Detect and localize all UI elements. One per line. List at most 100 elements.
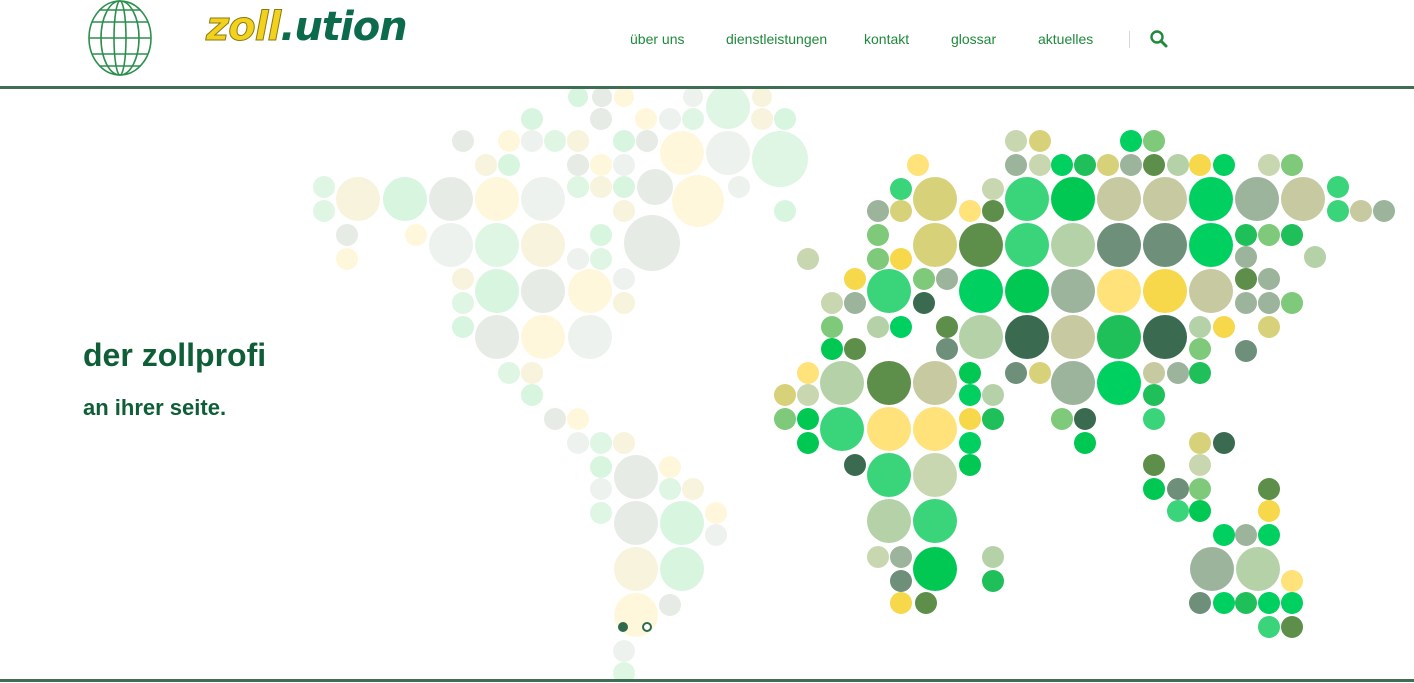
map-dot (313, 176, 335, 198)
logo-wordmark-part1: zoll (205, 4, 281, 51)
map-dot (706, 131, 750, 175)
map-dot (637, 169, 673, 205)
map-dot (959, 408, 981, 430)
map-dot (982, 200, 1004, 222)
map-dot (1190, 547, 1234, 591)
map-dot (1235, 292, 1257, 314)
map-dot (1143, 130, 1165, 152)
map-dot (1167, 362, 1189, 384)
map-dot (890, 248, 912, 270)
slider-dot-1[interactable] (618, 622, 628, 632)
nav-item-dienstleistungen[interactable]: dienstleistungen (726, 31, 827, 47)
map-dot (1189, 177, 1233, 221)
map-dot (936, 338, 958, 360)
nav-item-kontakt[interactable]: kontakt (864, 31, 909, 47)
map-dot (890, 316, 912, 338)
map-dot (590, 224, 612, 246)
map-dot (613, 154, 635, 176)
map-dot (613, 200, 635, 222)
map-dot (429, 177, 473, 221)
map-dot (660, 131, 704, 175)
map-dot (521, 108, 543, 130)
map-dot (913, 292, 935, 314)
map-dot (1235, 224, 1257, 246)
map-dot (867, 316, 889, 338)
map-dot (913, 499, 957, 543)
map-dot (1213, 432, 1235, 454)
map-dot (613, 176, 635, 198)
map-dot (452, 316, 474, 338)
map-dot (774, 108, 796, 130)
map-dot (1051, 177, 1095, 221)
map-dot (498, 362, 520, 384)
map-dot (567, 248, 589, 270)
map-dot (672, 175, 724, 227)
map-dot (567, 432, 589, 454)
map-dot (867, 453, 911, 497)
map-dot (1143, 408, 1165, 430)
map-dot (475, 269, 519, 313)
map-dot (1051, 408, 1073, 430)
map-dot (959, 432, 981, 454)
map-dot (705, 502, 727, 524)
map-dot (867, 200, 889, 222)
map-dot (1327, 200, 1349, 222)
map-dot (1167, 478, 1189, 500)
map-dot (1236, 547, 1280, 591)
map-dot (475, 315, 519, 359)
map-dot (1167, 500, 1189, 522)
map-dot (913, 177, 957, 221)
map-dot (1097, 361, 1141, 405)
slider-dot-2[interactable] (642, 622, 652, 632)
map-dot (452, 268, 474, 290)
map-dot (797, 248, 819, 270)
map-dot (982, 570, 1004, 592)
map-dot (752, 131, 808, 187)
world-map-illustration (313, 89, 1395, 679)
map-dot (613, 292, 635, 314)
nav-item-aktuelles[interactable]: aktuelles (1038, 31, 1093, 47)
map-dot (452, 292, 474, 314)
map-dot (682, 108, 704, 130)
map-dot (452, 130, 474, 152)
logo[interactable]: zoll.ution (86, 0, 408, 80)
map-dot (567, 130, 589, 152)
map-dot (1051, 154, 1073, 176)
map-dot (613, 640, 635, 662)
map-dot (1213, 154, 1235, 176)
map-dot (1051, 223, 1095, 267)
map-dot (1281, 592, 1303, 614)
map-dot (821, 316, 843, 338)
map-dot (1029, 362, 1051, 384)
map-dot (1097, 154, 1119, 176)
map-dot (1143, 154, 1165, 176)
map-dot (1074, 408, 1096, 430)
map-dot (1235, 340, 1257, 362)
map-dot (774, 384, 796, 406)
map-dot (590, 248, 612, 270)
map-dot (959, 223, 1003, 267)
nav-item-ueber-uns[interactable]: über uns (630, 31, 684, 47)
map-dot (1143, 384, 1165, 406)
map-dot (659, 108, 681, 130)
map-dot (613, 130, 635, 152)
map-dot (867, 224, 889, 246)
map-dot (1189, 338, 1211, 360)
map-dot (982, 546, 1004, 568)
hero-headline: der zollprofi (83, 337, 267, 373)
hero-bottom-border (0, 679, 1414, 682)
map-dot (774, 408, 796, 430)
map-dot (867, 407, 911, 451)
map-dot (915, 592, 937, 614)
page: zoll.ution über uns dienstleistungen kon… (0, 0, 1414, 683)
nav-item-glossar[interactable]: glossar (951, 31, 996, 47)
map-dot (614, 89, 634, 107)
hero-slider: der zollprofi an ihrer seite. (0, 89, 1414, 679)
search-button[interactable] (1149, 29, 1169, 49)
map-dot (405, 224, 427, 246)
map-dot (1281, 292, 1303, 314)
map-dot (1281, 177, 1325, 221)
map-dot (1258, 592, 1280, 614)
logo-wordmark-part2: .ution (280, 4, 407, 50)
map-dot (913, 547, 957, 591)
